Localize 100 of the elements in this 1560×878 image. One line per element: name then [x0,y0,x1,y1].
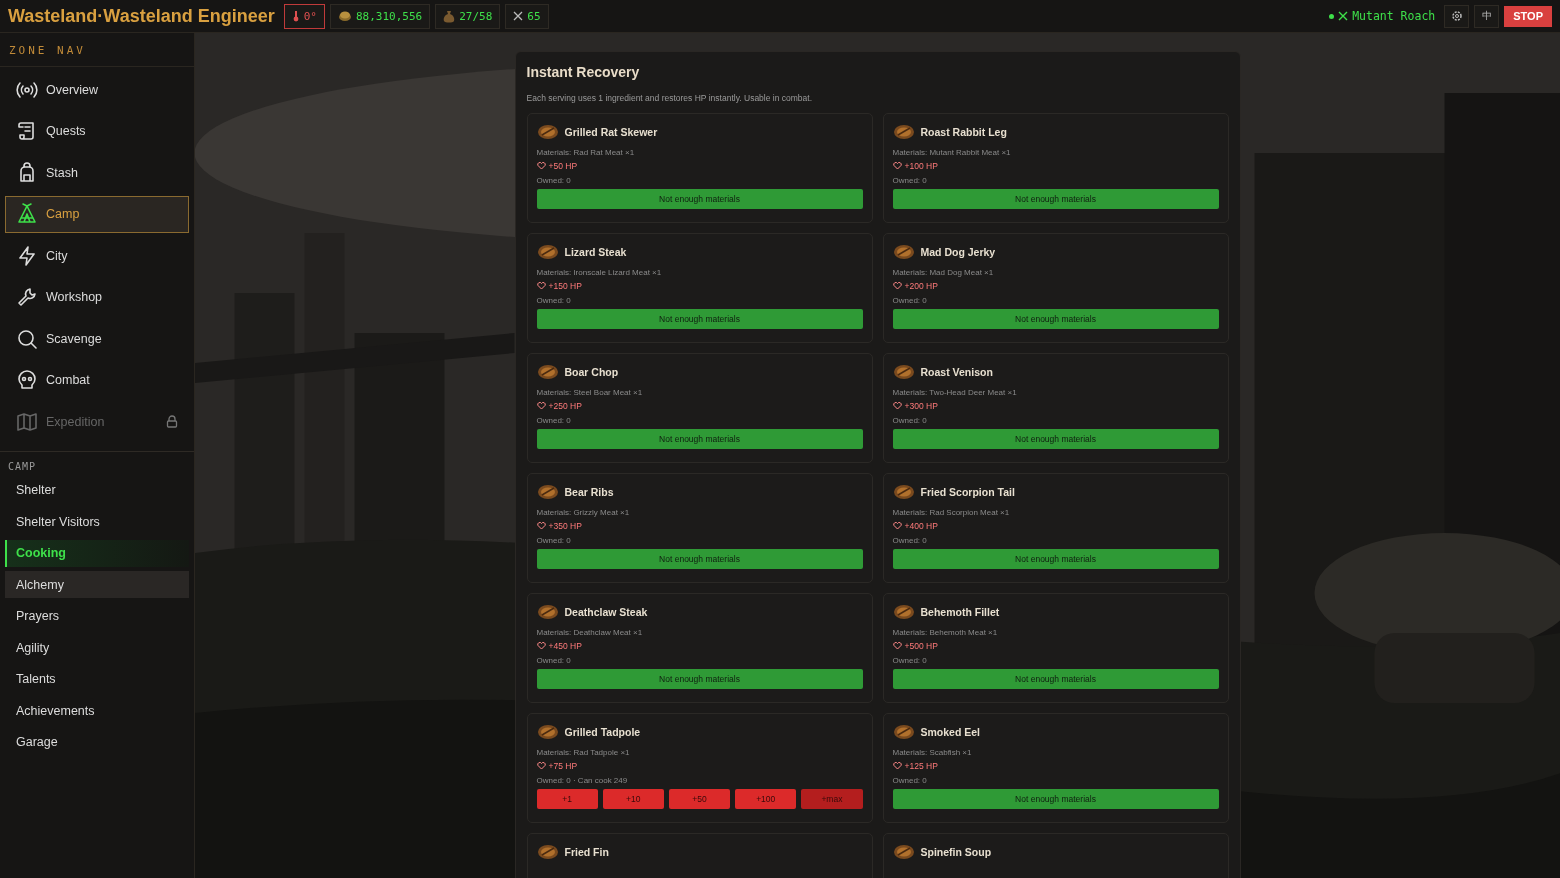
not-enough-button[interactable]: Not enough materials [892,669,1219,689]
recipe-name: Grilled Tadpole [564,726,641,738]
materials-text: Materials: Deathclaw Meat ×1 [536,628,644,637]
heart-icon [892,402,902,410]
heart-icon [536,762,546,770]
hp-value: +200 HP [904,281,938,291]
nav-item[interactable]: Overview [5,71,189,108]
hp-value: +300 HP [904,401,938,411]
hp-value: +150 HP [548,281,582,291]
hp-value: +450 HP [548,641,582,651]
hp-value: +100 HP [904,161,938,171]
stop-button[interactable]: STOP [1504,5,1552,27]
materials-text: Materials: Behemoth Meat ×1 [892,628,999,637]
materials-text: Materials: Scabfish ×1 [892,748,973,757]
recipe-name: Spinefin Soup [920,846,992,858]
camp-menu-item[interactable]: Shelter Visitors [5,508,189,535]
panel-description: Each serving uses 1 ingredient and restores HP instantly. Usable in combat. [526,93,814,103]
recipe-name: Lizard Steak [564,246,627,258]
nav-item[interactable]: Camp [5,195,189,233]
owned-text: Owned: 0 [892,176,928,185]
camp-menu-item[interactable]: Talents [5,665,189,693]
crossed-swords-icon [513,11,524,21]
heart-icon [892,162,902,170]
section-heading: CAMP [7,459,38,474]
recipe-name: Roast Venison [920,366,993,378]
owned-text: Owned: 0 [536,536,572,545]
not-enough-button[interactable]: Not enough materials [892,309,1219,329]
recipe-name: Grilled Rat Skewer [564,126,658,138]
camp-menu-item[interactable]: Agility [5,634,189,661]
heart-icon [892,762,902,770]
camp-menu-item[interactable]: Prayers [5,602,189,630]
not-enough-button[interactable]: Not enough materials [536,669,863,689]
nav-label: Scavenge [46,331,103,346]
food-icon [892,484,915,500]
cook-amount-button[interactable]: +1 [536,789,598,809]
owned-text: Owned: 0 [892,296,928,305]
recipe-name: Mad Dog Jerky [920,246,996,258]
not-enough-button[interactable]: Not enough materials [536,309,863,329]
panel-title: Instant Recovery [526,64,641,80]
recipe-name: Fried Scorpion Tail [920,486,1015,498]
food-icon [892,364,915,380]
hp-value: +400 HP [904,521,938,531]
camp-menu-item[interactable]: Achievements [5,697,189,724]
not-enough-button[interactable]: Not enough materials [892,189,1219,209]
language-button[interactable]: 中 [1474,4,1500,28]
recipe-name: Smoked Eel [920,726,981,738]
food-icon [892,124,915,140]
hp-value: +350 HP [548,521,582,531]
hp-value: +50 HP [548,161,578,171]
food-icon [536,604,559,620]
cook-amount-button[interactable]: +50 [668,789,731,809]
nav-item[interactable]: Workshop [5,278,189,316]
nav-label: Stash [46,165,79,180]
nav-item[interactable]: Combat [5,361,189,399]
materials-text: Materials: Rad Scorpion Meat ×1 [892,508,1011,517]
nav-label: Quests [46,124,87,138]
not-enough-button[interactable]: Not enough materials [892,789,1219,809]
owned-text: Owned: 0 [536,296,572,305]
not-enough-button[interactable]: Not enough materials [536,429,863,449]
stat-value: 27/58 [459,9,493,23]
wrench-icon [16,286,38,308]
nav-item[interactable]: Stash [5,154,189,191]
nav-item[interactable]: City [5,237,189,274]
not-enough-button[interactable]: Not enough materials [536,189,863,209]
tent-icon [16,203,38,225]
recipe-name: Boar Chop [564,366,619,378]
heart-icon [536,162,546,170]
lock-icon [166,415,178,428]
camp-menu-item[interactable]: Alchemy [5,571,189,598]
heart-icon [536,522,546,530]
not-enough-button[interactable]: Not enough materials [892,549,1219,569]
food-icon [536,244,559,260]
recipe-name: Bear Ribs [564,486,614,498]
materials-text: Materials: Two-Head Deer Meat ×1 [892,388,1018,397]
not-enough-button[interactable]: Not enough materials [536,549,863,569]
coin-pile-icon [337,10,352,22]
camp-menu-item[interactable]: Cooking [5,539,189,567]
owned-text: Owned: 0 [892,776,928,785]
nav-item[interactable]: Quests [5,112,189,150]
map-icon [16,410,38,433]
cook-amount-button[interactable]: +100 [735,789,797,809]
settings-button[interactable] [1444,4,1470,28]
owned-text: Owned: 0 [892,536,928,545]
nav-label: Combat [46,373,91,387]
food-icon [536,364,559,380]
food-icon [892,844,915,860]
camp-menu-item[interactable]: Garage [5,728,189,756]
materials-text: Materials: Rad Rat Meat ×1 [536,148,636,157]
nav-label: City [46,248,69,263]
nav-item[interactable]: Scavenge [5,320,189,357]
stat-value: 0° [303,9,317,23]
cook-amount-button[interactable]: +10 [602,789,664,809]
camp-menu-item[interactable]: Shelter [5,476,189,504]
heart-icon [892,642,902,650]
not-enough-button[interactable]: Not enough materials [892,429,1219,449]
crossed-swords-icon [1338,11,1349,21]
materials-text: Materials: Rad Tadpole ×1 [536,748,631,757]
food-icon [536,844,559,860]
sidebar-heading: ZONE NAV [0,33,194,67]
heart-icon [536,642,546,650]
